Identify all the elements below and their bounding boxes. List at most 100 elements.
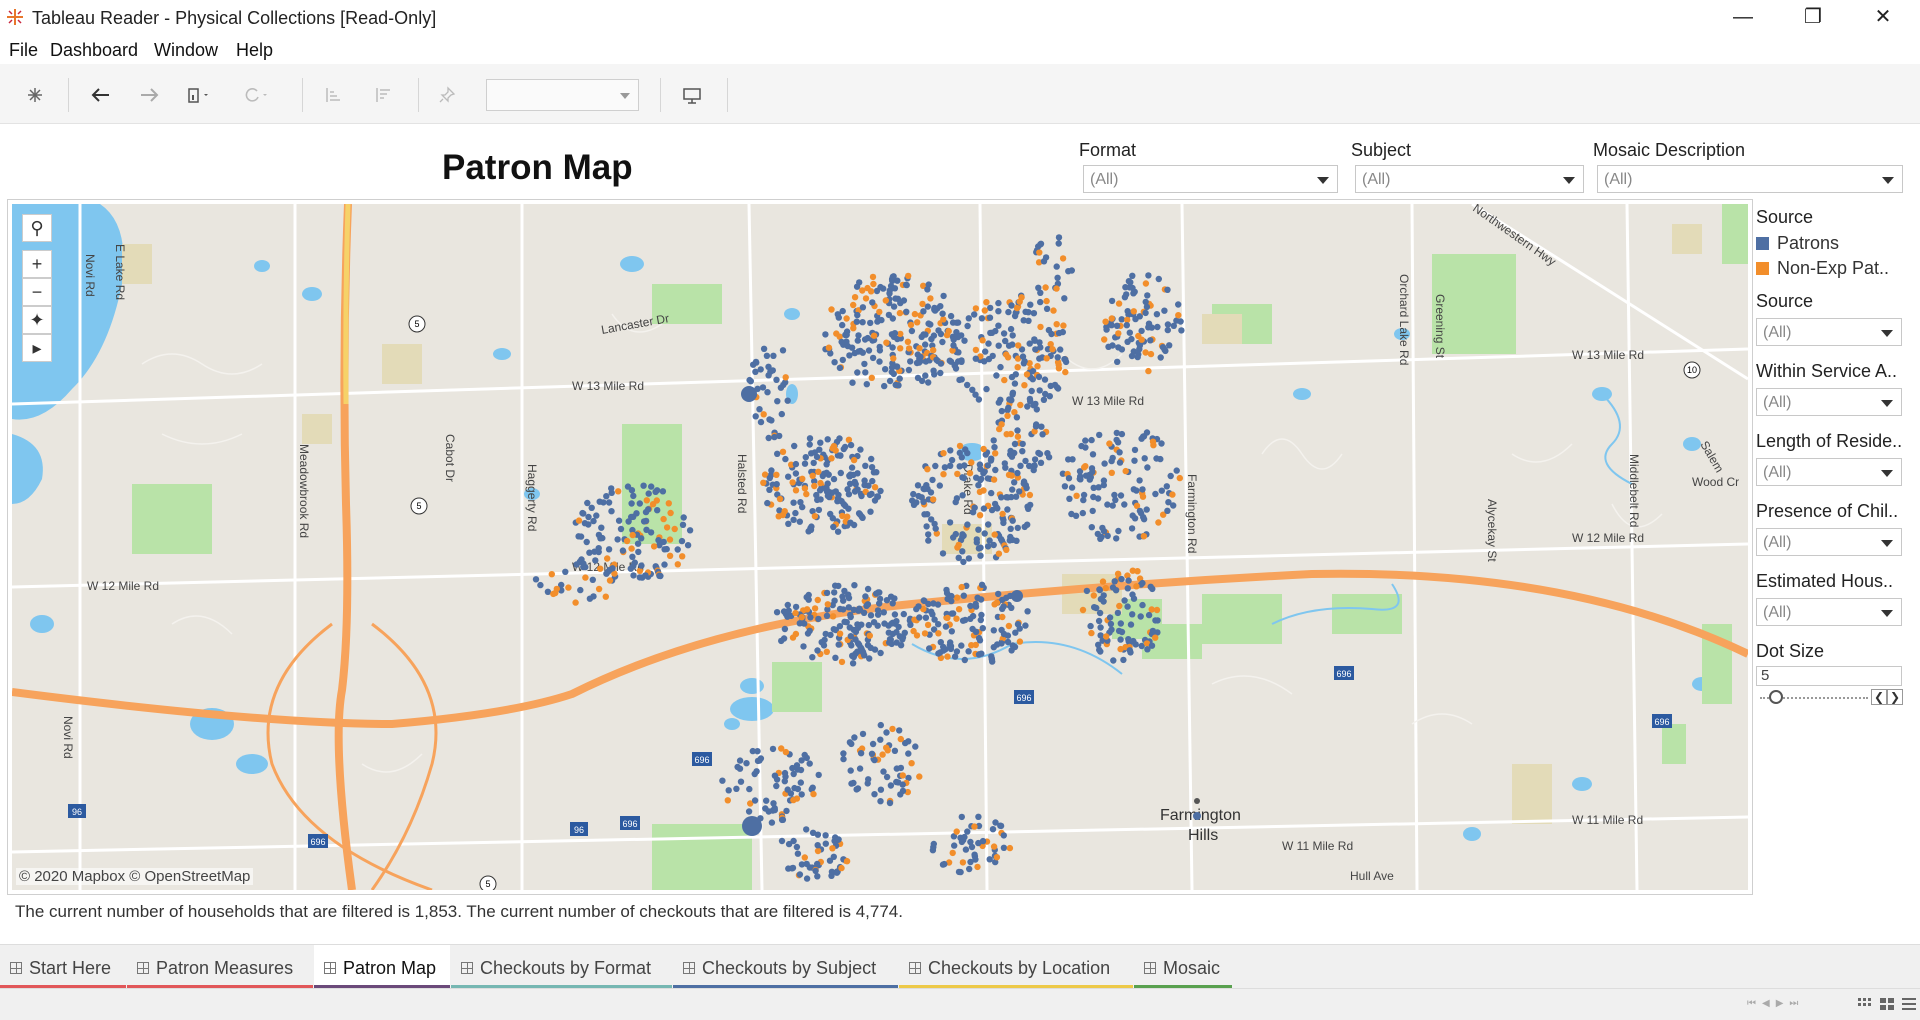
household-dot[interactable] [1009,389,1017,396]
household-dot[interactable] [1109,584,1117,591]
household-dot[interactable] [1044,450,1051,457]
household-dot[interactable] [1115,527,1122,535]
pin-map-icon[interactable]: ✦ [22,306,52,334]
household-dot[interactable] [897,642,905,649]
household-dot[interactable] [990,437,997,444]
household-dot[interactable] [1115,300,1123,307]
tab-patron-measures[interactable]: Patron Measures [127,945,313,989]
household-dot[interactable] [806,435,814,442]
household-dot[interactable] [763,797,770,804]
household-dot[interactable] [849,379,856,386]
household-dot[interactable] [868,490,875,498]
household-dot[interactable] [719,777,726,784]
household-dot[interactable] [1079,606,1087,614]
household-dot[interactable] [779,448,787,455]
household-dot[interactable] [897,791,904,798]
household-dot[interactable] [907,621,914,628]
household-dot[interactable] [949,849,956,857]
household-dot[interactable] [1100,481,1108,489]
household-dot[interactable] [990,843,998,850]
household-dot[interactable] [1142,349,1149,356]
household-dot[interactable] [1129,512,1136,519]
household-dot[interactable] [953,594,961,601]
household-dot[interactable] [976,488,984,496]
household-dot[interactable] [865,776,872,783]
household-dot[interactable] [816,487,824,494]
household-dot[interactable] [1011,440,1019,448]
residence-filter-dropdown[interactable]: (All) [1756,458,1902,486]
household-dot[interactable] [815,506,823,514]
household-dot[interactable] [1133,583,1140,590]
household-dot[interactable] [1145,611,1153,619]
household-dot[interactable] [937,369,944,377]
household-dot[interactable] [927,295,934,302]
household-dot[interactable] [880,768,887,775]
household-dot[interactable] [985,521,992,528]
household-dot[interactable] [1022,622,1029,629]
household-dot[interactable] [678,537,686,545]
household-dot[interactable] [760,479,767,486]
household-dot[interactable] [789,864,797,872]
household-dot[interactable] [964,322,971,330]
household-dot[interactable] [633,510,640,517]
household-dot[interactable] [828,306,835,313]
household-dot[interactable] [972,391,979,398]
household-dot[interactable] [1033,406,1040,413]
household-dot[interactable] [1128,352,1136,360]
household-dot[interactable] [1053,263,1060,270]
household-dot[interactable] [824,492,832,500]
household-dot[interactable] [925,379,932,386]
household-dot[interactable] [954,333,962,341]
household-dot[interactable] [800,643,807,650]
household-dot[interactable] [1178,327,1185,334]
household-dot[interactable] [936,482,943,489]
household-dot[interactable] [1173,467,1180,474]
household-dot[interactable] [986,314,994,321]
household-dot[interactable] [1019,448,1026,455]
household-dot[interactable] [972,856,979,863]
household-dot[interactable] [643,526,650,533]
household-dot[interactable] [903,308,910,315]
household-dot[interactable] [998,407,1005,415]
household-dot[interactable] [778,816,786,824]
household-dot[interactable] [1149,627,1157,635]
household-dot[interactable] [856,765,864,772]
household-dot[interactable] [1054,385,1062,392]
household-dot[interactable] [984,475,992,482]
household-dot[interactable] [565,584,572,591]
household-dot[interactable] [814,873,821,880]
expand-toolbar-icon[interactable]: ▸ [22,334,52,362]
household-dot[interactable] [953,495,961,502]
household-dot[interactable] [679,521,687,528]
household-dot[interactable] [1139,579,1146,587]
household-dot[interactable] [990,476,998,483]
household-dot[interactable] [782,455,789,463]
household-dot[interactable] [1088,524,1096,531]
map-search-icon[interactable]: ⚲ [22,214,52,242]
household-dot[interactable] [1116,459,1124,466]
household-dot[interactable] [946,641,954,649]
household-dot[interactable] [806,864,813,871]
household-dot[interactable] [1108,297,1116,305]
household-dot[interactable] [815,771,822,779]
household-dot[interactable] [950,342,957,349]
household-dot[interactable] [879,751,886,758]
household-dot[interactable] [1115,330,1122,337]
sort-descending-icon[interactable] [368,80,398,110]
household-dot[interactable] [1145,367,1152,375]
household-dot[interactable] [960,592,967,599]
household-dot[interactable] [635,548,642,556]
household-dot[interactable] [915,492,922,500]
household-dot[interactable] [854,337,861,344]
household-dot[interactable] [1096,646,1103,654]
household-dot[interactable] [1014,524,1021,532]
household-dot[interactable] [889,315,896,322]
household-dot[interactable] [1108,322,1115,329]
household-dot[interactable] [904,338,912,345]
household-dot[interactable] [828,455,835,462]
household-dot[interactable] [1158,440,1165,447]
household-dot[interactable] [991,531,998,538]
source-filter-dropdown[interactable]: (All) [1756,318,1902,346]
household-dot[interactable] [1127,649,1134,656]
household-dot[interactable] [822,331,829,338]
